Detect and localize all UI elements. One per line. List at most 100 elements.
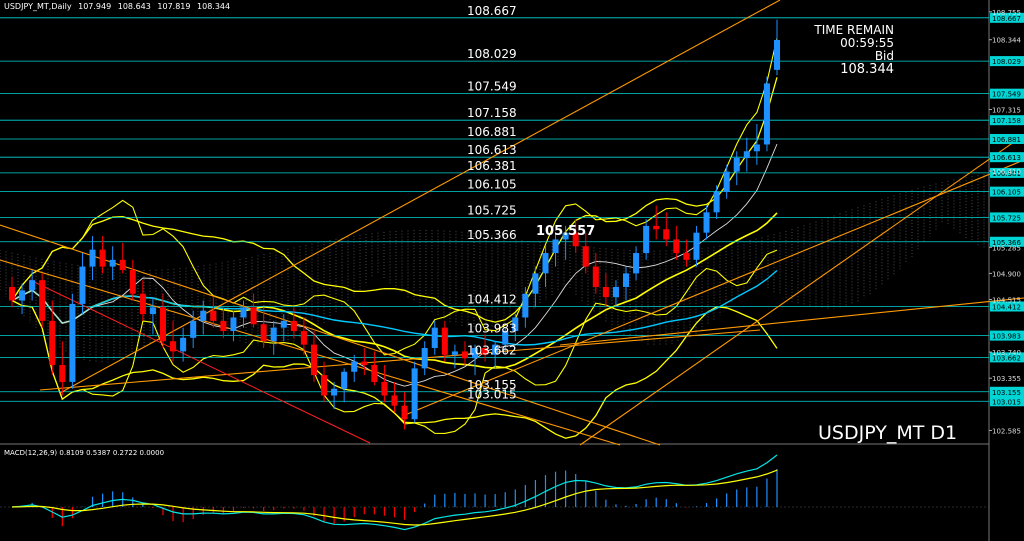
candle-body xyxy=(119,259,126,270)
y-tick-label: 107.315 xyxy=(992,107,1021,115)
candle-body xyxy=(129,269,136,294)
candle-body xyxy=(522,293,529,318)
y-tick-label: 104.900 xyxy=(992,270,1021,278)
level-label: 105.366 xyxy=(467,228,517,242)
candle-body xyxy=(260,324,267,342)
y-tick-label: 102.585 xyxy=(992,427,1021,435)
candle-body xyxy=(723,171,730,192)
candle-body xyxy=(753,144,760,152)
level-price-tag-text: 107.158 xyxy=(992,117,1021,125)
candle-body xyxy=(683,253,690,260)
candle-body xyxy=(49,320,56,365)
level-price-tag-text: 103.983 xyxy=(992,333,1021,341)
level-label: 108.667 xyxy=(467,4,517,18)
candle-body xyxy=(653,225,660,230)
header-symbol: USDJPY_MT,Daily xyxy=(4,2,72,11)
level-label: 103.983 xyxy=(467,322,517,336)
candle-body xyxy=(99,249,106,267)
candle-body xyxy=(421,348,428,369)
candle-body xyxy=(29,280,36,291)
candle-body xyxy=(532,273,539,294)
level-price-tag-text: 106.881 xyxy=(992,136,1021,144)
candle-body xyxy=(361,361,368,365)
candle-body xyxy=(39,280,46,321)
level-price-tag-text: 106.105 xyxy=(992,189,1021,197)
y-tick-label: 108.755 xyxy=(992,9,1021,17)
level-label: 104.412 xyxy=(467,292,517,306)
candle-body xyxy=(582,246,589,267)
candle-body xyxy=(713,191,720,213)
level-label: 108.029 xyxy=(467,47,517,61)
candle-body xyxy=(79,266,86,304)
level-price-tag-text: 103.015 xyxy=(992,398,1021,406)
candle-body xyxy=(703,212,710,233)
level-label: 106.105 xyxy=(467,178,517,192)
level-label: 103.662 xyxy=(467,343,517,357)
candle-body xyxy=(411,368,418,420)
candle-body xyxy=(341,371,348,389)
annotation-label: 105.557 xyxy=(536,224,595,239)
level-label: 103.015 xyxy=(467,387,517,401)
level-label: 107.549 xyxy=(467,80,517,94)
level-price-tag-text: 103.155 xyxy=(992,389,1021,397)
candle-body xyxy=(8,286,16,301)
y-tick-label: 104.515 xyxy=(992,297,1021,305)
candle-body xyxy=(170,341,177,352)
candle-body xyxy=(733,158,740,172)
header-low: 107.819 xyxy=(157,2,191,11)
level-price-tag-text: 106.613 xyxy=(992,154,1021,162)
candle-body xyxy=(321,375,328,396)
candle-body xyxy=(381,381,388,396)
candle-body xyxy=(200,310,207,321)
candle-body xyxy=(391,395,398,406)
candle-body xyxy=(401,405,408,420)
symbol-name: USDJPY_MT xyxy=(818,422,925,444)
header-open: 107.949 xyxy=(78,2,112,11)
candle-body xyxy=(280,320,287,328)
candle-body xyxy=(643,225,650,254)
candle-body xyxy=(592,266,599,287)
candle-body xyxy=(240,307,247,318)
candle-body xyxy=(190,320,197,338)
candle-body xyxy=(310,344,317,376)
header-high: 108.643 xyxy=(117,2,151,11)
symbol-timeframe-label: USDJPY_MT D1 xyxy=(818,422,963,444)
candle-body xyxy=(89,249,96,267)
bid-value: 108.344 xyxy=(840,62,894,77)
level-price-tag-text: 107.549 xyxy=(992,91,1021,99)
price-chart[interactable]: 108.667108.667108.029108.029107.549107.5… xyxy=(0,0,1024,541)
candle-body xyxy=(19,290,26,301)
candle-body xyxy=(693,232,700,260)
candle-body xyxy=(331,388,338,396)
macd-header: MACD(12,26,9) 0.8109 0.5387 0.2722 0.000… xyxy=(4,449,165,457)
candle-body xyxy=(180,337,187,352)
candle-body xyxy=(109,259,116,267)
candle-body xyxy=(290,320,297,332)
candle-body xyxy=(622,273,630,287)
level-price-tag-text: 104.412 xyxy=(992,303,1021,311)
y-tick-label: 108.344 xyxy=(992,37,1021,45)
y-tick-label: 106.410 xyxy=(992,168,1021,176)
candle-body xyxy=(149,307,156,315)
candle-body xyxy=(250,307,257,325)
level-label: 105.725 xyxy=(467,203,517,217)
candle-body xyxy=(431,327,438,349)
candle-body xyxy=(300,331,307,345)
level-label: 106.381 xyxy=(467,159,517,173)
candle-body xyxy=(220,320,227,332)
level-price-tag-text: 108.029 xyxy=(992,58,1021,66)
timeframe-name: D1 xyxy=(930,422,958,444)
candle-body xyxy=(451,351,458,355)
candle-body xyxy=(441,327,448,355)
candle-body xyxy=(371,364,378,382)
candle-body xyxy=(602,286,609,298)
candle-body xyxy=(230,317,237,332)
level-price-tag-text: 105.725 xyxy=(992,214,1021,222)
candle-body xyxy=(59,364,66,382)
level-label: 106.881 xyxy=(467,125,517,139)
candle-body xyxy=(69,303,76,382)
candle-body xyxy=(210,310,217,321)
info-panel: TIME REMAIN 00:59:55 Bid 108.344 xyxy=(814,24,894,77)
candle-body xyxy=(159,307,167,342)
candle-body xyxy=(773,39,781,70)
